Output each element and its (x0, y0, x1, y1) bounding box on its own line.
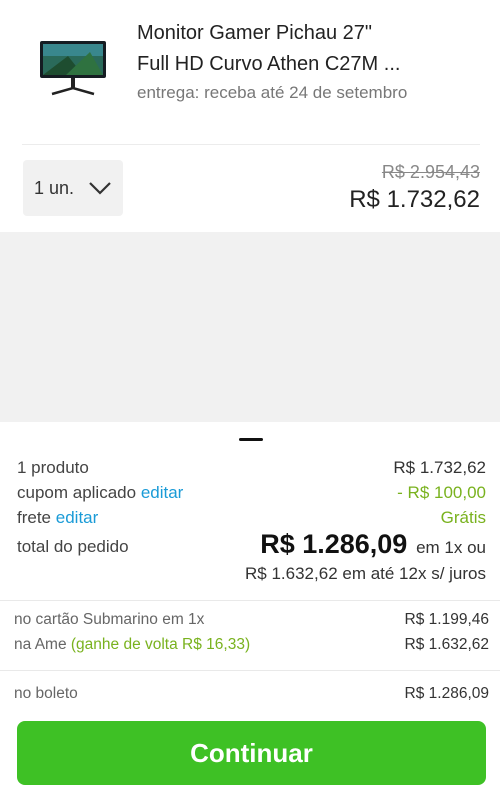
payment-ame-value: R$ 1.632,62 (404, 636, 489, 653)
coupon-discount: - R$ 100,00 (397, 483, 486, 502)
quantity-value: 1 un. (34, 177, 75, 198)
ame-cashback: (ganhe de volta R$ 16,33) (70, 636, 251, 653)
coupon-row: cupom aplicado editar (17, 483, 183, 503)
payment-boleto-value: R$ 1.286,09 (404, 685, 489, 702)
payment-boleto-label: no boleto (14, 685, 78, 702)
product-name-line-2[interactable]: Full HD Curvo Athen C27M ... (137, 49, 477, 80)
divider (0, 670, 500, 671)
payment-card-value: R$ 1.199,46 (404, 611, 489, 628)
edit-coupon-link[interactable]: editar (141, 483, 184, 502)
edit-shipping-link[interactable]: editar (56, 508, 99, 527)
cart-item: Monitor Gamer Pichau 27" Full HD Curvo A… (0, 0, 500, 232)
total-value: R$ 1.286,09 (260, 529, 408, 559)
shipping-label: frete (17, 508, 52, 527)
divider (0, 600, 500, 601)
installments-text: R$ 1.632,62 em até 12x s/ juros (245, 564, 486, 583)
delivery-estimate: entrega: receba até 24 de setembro (137, 83, 408, 102)
current-price: R$ 1.732,62 (349, 186, 480, 213)
page-background (0, 232, 500, 422)
products-subtotal: R$ 1.732,62 (393, 458, 486, 477)
shipping-value: Grátis (440, 508, 486, 527)
old-price: R$ 2.954,43 (381, 162, 480, 182)
total-suffix: em 1x ou (416, 538, 486, 557)
divider (22, 144, 480, 145)
quantity-select[interactable]: 1 un. (23, 160, 123, 216)
chevron-down-icon (89, 182, 111, 195)
products-count-label: 1 produto (17, 458, 89, 477)
coupon-label: cupom aplicado (17, 483, 137, 502)
sheet-drag-handle[interactable] (239, 438, 263, 441)
order-summary-sheet: 1 produto R$ 1.732,62 cupom aplicado edi… (0, 422, 500, 801)
continue-button[interactable]: Continuar (17, 721, 486, 785)
payment-ame-label: na Ame (14, 636, 67, 653)
product-name-line-1[interactable]: Monitor Gamer Pichau 27" (137, 18, 477, 49)
total-label: total do pedido (17, 537, 129, 556)
monitor-icon[interactable] (38, 38, 108, 98)
product-name[interactable]: Monitor Gamer Pichau 27" Full HD Curvo A… (137, 18, 477, 80)
order-total: R$ 1.286,09 em 1x ou (260, 529, 486, 560)
shipping-row: frete editar (17, 508, 98, 528)
payment-ame-row: na Ame (ganhe de volta R$ 16,33) (14, 636, 250, 654)
payment-card-label: no cartão Submarino em 1x (14, 611, 205, 628)
